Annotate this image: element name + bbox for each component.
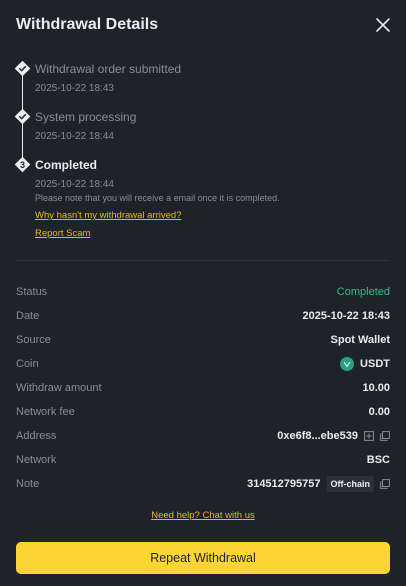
detail-row-source: Source Spot Wallet	[16, 328, 390, 352]
usdt-icon	[340, 357, 355, 371]
detail-row-fee: Network fee 0.00	[16, 400, 390, 424]
close-icon[interactable]	[374, 16, 392, 34]
repeat-withdrawal-button[interactable]: Repeat Withdrawal	[16, 542, 390, 574]
completion-note: Please note that you will receive a emai…	[35, 193, 280, 203]
coin-label: Coin	[16, 358, 39, 370]
detail-row-amount: Withdraw amount 10.00	[16, 376, 390, 400]
step-title: Withdrawal order submitted	[35, 62, 182, 76]
step-title: Completed	[35, 158, 98, 172]
step-time: 2025-10-22 18:44	[35, 179, 114, 190]
network-label: Network	[16, 454, 57, 466]
status-label: Status	[16, 286, 48, 298]
header: Withdrawal Details	[16, 13, 392, 37]
address-label: Address	[16, 430, 57, 442]
fee-value: 0.00	[368, 406, 390, 418]
detail-row-status: Status Completed	[16, 280, 390, 304]
step-time: 2025-10-22 18:43	[35, 83, 114, 94]
date-label: Date	[16, 310, 40, 322]
why-not-arrived-link[interactable]: Why hasn't my withdrawal arrived?	[35, 210, 181, 221]
withdrawal-timeline: Withdrawal order submitted 2025-10-22 18…	[14, 60, 394, 250]
source-label: Source	[16, 334, 51, 346]
detail-row-address: Address 0xe6f8...ebe539	[16, 424, 390, 448]
step-number-icon: 3	[14, 156, 31, 173]
off-chain-badge: Off-chain	[326, 476, 374, 492]
status-value: Completed	[336, 286, 390, 298]
fee-label: Network fee	[16, 406, 75, 418]
help-chat-link[interactable]: Need help? Chat with us	[0, 510, 406, 521]
check-icon	[14, 60, 31, 77]
report-scam-link[interactable]: Report Scam	[35, 228, 90, 239]
address-value: 0xe6f8...ebe539	[277, 430, 358, 442]
copy-icon[interactable]	[380, 479, 390, 489]
note-value-wrap: 314512795757 Off-chain	[247, 476, 390, 492]
amount-value: 10.00	[362, 382, 390, 394]
source-value: Spot Wallet	[330, 334, 390, 346]
step-number: 3	[20, 160, 25, 170]
qr-icon[interactable]	[364, 431, 374, 441]
detail-row-note: Note 314512795757 Off-chain	[16, 472, 390, 496]
divider	[16, 260, 390, 261]
detail-row-coin: Coin USDT	[16, 352, 390, 376]
step-time: 2025-10-22 18:44	[35, 131, 114, 142]
date-value: 2025-10-22 18:43	[302, 310, 390, 322]
coin-value-wrap: USDT	[340, 357, 390, 371]
check-icon	[14, 108, 31, 125]
step-title: System processing	[35, 110, 137, 124]
network-value: BSC	[366, 454, 390, 466]
copy-icon[interactable]	[380, 431, 390, 441]
coin-value: USDT	[360, 358, 390, 370]
note-label: Note	[16, 478, 40, 490]
note-value: 314512795757	[247, 478, 321, 490]
detail-row-date: Date 2025-10-22 18:43	[16, 304, 390, 328]
page-title: Withdrawal Details	[16, 16, 159, 33]
detail-row-network: Network BSC	[16, 448, 390, 472]
amount-label: Withdraw amount	[16, 382, 102, 394]
details-list: Status Completed Date 2025-10-22 18:43 S…	[16, 280, 390, 496]
address-value-wrap: 0xe6f8...ebe539	[277, 430, 390, 442]
